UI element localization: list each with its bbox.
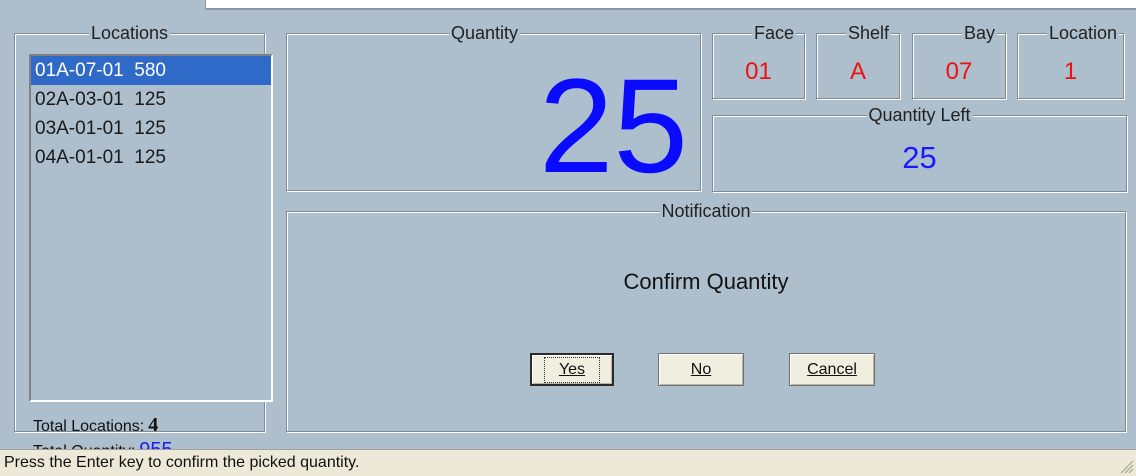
locations-group: Locations 01A-07-01 580 02A-03-01 125 03… [14, 23, 273, 461]
location-qty: 125 [134, 89, 166, 110]
list-item[interactable]: 02A-03-01 125 [31, 85, 271, 114]
location-qty: 580 [134, 60, 166, 81]
bay-title: Bay [961, 23, 997, 43]
locations-title: Locations [89, 23, 171, 43]
shelf-group: Shelf A [816, 23, 900, 99]
bay-group: Bay 07 [912, 23, 1006, 99]
locations-listbox[interactable]: 01A-07-01 580 02A-03-01 125 03A-01-01 12… [29, 54, 273, 402]
notification-title: Notification [659, 201, 753, 221]
quantity-left-title: Quantity Left [866, 105, 973, 125]
cancel-button-label: Cancel [807, 360, 857, 378]
status-bar: Press the Enter key to confirm the picke… [0, 449, 1136, 476]
location-title: Location [1046, 23, 1119, 43]
location-code: 02A-03-01 [35, 89, 124, 110]
notification-group: Notification Confirm Quantity Yes No Can… [286, 201, 1126, 432]
location-code: 04A-01-01 [35, 147, 124, 168]
notification-message: Confirm Quantity [623, 269, 789, 294]
shelf-value: A [849, 58, 866, 85]
list-item[interactable]: 04A-01-01 125 [31, 143, 271, 172]
status-text: Press the Enter key to confirm the picke… [4, 454, 360, 471]
total-locations-label: Total Locations: [33, 418, 145, 435]
location-group: Location 1 [1017, 23, 1124, 99]
location-code: 03A-01-01 [35, 118, 124, 139]
no-button[interactable]: No [658, 353, 744, 386]
yes-button[interactable]: Yes [530, 353, 614, 386]
quantity-title: Quantity [449, 23, 521, 43]
face-group: Face 01 [712, 23, 805, 99]
top-input-strip [205, 0, 1136, 10]
location-qty: 125 [134, 118, 166, 139]
location-value: 1 [1063, 58, 1078, 85]
list-item[interactable]: 01A-07-01 580 [31, 56, 271, 85]
face-title: Face [751, 23, 796, 43]
quantity-value: 25 [538, 52, 688, 201]
total-locations: Total Locations: 4 [33, 414, 158, 437]
yes-button-label: Yes [558, 360, 586, 378]
location-code: 01A-07-01 [35, 60, 124, 81]
cancel-button[interactable]: Cancel [789, 353, 875, 386]
face-value: 01 [745, 58, 772, 85]
list-item[interactable]: 03A-01-01 125 [31, 114, 271, 143]
total-locations-value: 4 [148, 414, 159, 436]
location-qty: 125 [134, 147, 166, 168]
quantity-group: Quantity 25 [286, 23, 701, 201]
resize-grip-icon[interactable] [1118, 458, 1134, 474]
shelf-title: Shelf [845, 23, 891, 43]
quantity-left-group: Quantity Left 25 [712, 105, 1127, 192]
bay-value: 07 [945, 58, 973, 85]
quantity-left-value: 25 [902, 140, 937, 175]
no-button-label: No [690, 360, 712, 378]
